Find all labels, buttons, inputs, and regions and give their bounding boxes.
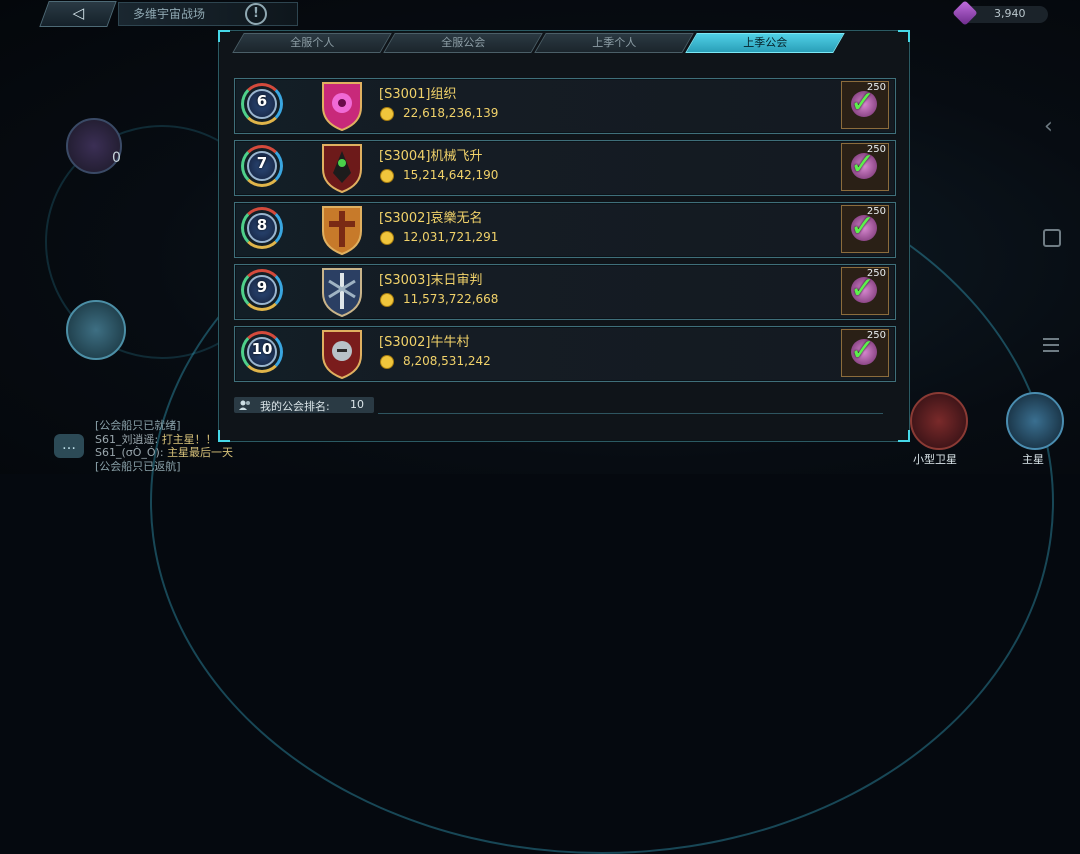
planet-orb[interactable] bbox=[66, 300, 126, 360]
top-bar: ◁ 多维宇宙战场 ! 3,940 bbox=[0, 0, 1080, 30]
rank-badge: 6 bbox=[239, 82, 287, 128]
resource-value: 3,940 bbox=[994, 7, 1026, 20]
rank-badge: 7 bbox=[239, 144, 287, 190]
title-bar: 多维宇宙战场 ! bbox=[118, 2, 298, 26]
panel-corner bbox=[218, 30, 230, 42]
crown-icon bbox=[380, 169, 394, 183]
guild-shield-icon bbox=[322, 144, 362, 193]
main-planet-label: 主星 bbox=[1022, 453, 1044, 466]
check-icon: ✓ bbox=[850, 147, 876, 182]
reward-box[interactable]: 250 ✓ bbox=[841, 81, 889, 129]
rank-badge: 8 bbox=[239, 206, 287, 252]
chat-log[interactable]: [公会船只已就绪] S61_刘逍遥: 打主星！！ S61_(σÒ_Ó): 主星最… bbox=[95, 419, 233, 473]
guild-shield-icon bbox=[322, 330, 362, 379]
guild-name: [S3002]哀樂无名 bbox=[379, 211, 483, 226]
square-icon[interactable] bbox=[1043, 229, 1061, 247]
check-icon: ✓ bbox=[850, 209, 876, 244]
reward-box[interactable]: 250 ✓ bbox=[841, 205, 889, 253]
guild-score: 11,573,722,668 bbox=[403, 292, 499, 306]
guild-name: [S3003]末日审判 bbox=[379, 273, 483, 288]
tab-server-guild[interactable]: 全服公会 bbox=[383, 33, 543, 53]
chat-line: S61_(σÒ_Ó): 主星最后一天 bbox=[95, 446, 234, 459]
check-icon: ✓ bbox=[850, 85, 876, 120]
ranking-row: 6 [S3001]组织 22,618,236,139 250 ✓ bbox=[234, 78, 896, 134]
ranking-row: 9 [S3003]末日审判 11,573,722,668 250 ✓ bbox=[234, 264, 896, 320]
reward-box[interactable]: 250 ✓ bbox=[841, 143, 889, 191]
panel-corner bbox=[218, 430, 230, 442]
guild-name: [S3004]机械飞升 bbox=[379, 149, 483, 164]
guild-shield-icon bbox=[322, 206, 362, 255]
guild-name: [S3001]组织 bbox=[379, 87, 457, 102]
chat-line: [公会船只已就绪] bbox=[95, 419, 181, 432]
divider bbox=[378, 413, 883, 414]
reward-box[interactable]: 250 ✓ bbox=[841, 267, 889, 315]
users-icon bbox=[239, 400, 250, 410]
guild-score: 22,618,236,139 bbox=[403, 106, 499, 120]
reward-box[interactable]: 250 ✓ bbox=[841, 329, 889, 377]
chevron-left-icon[interactable]: ‹ bbox=[1044, 114, 1053, 139]
guild-name: [S3002]牛牛村 bbox=[379, 335, 470, 350]
chat-button[interactable]: … bbox=[54, 434, 84, 458]
check-icon: ✓ bbox=[850, 271, 876, 306]
resource-counter: 3,940 bbox=[952, 0, 1048, 26]
chat-line: [公会船只已返航] bbox=[95, 459, 181, 473]
my-guild-rank: 我的公会排名: 10 bbox=[234, 397, 374, 413]
panel-corner bbox=[898, 30, 910, 42]
ranking-row: 10 [S3002]牛牛村 8,208,531,242 250 ✓ bbox=[234, 326, 896, 382]
menu-icon[interactable] bbox=[1043, 338, 1059, 352]
back-button[interactable]: ◁ bbox=[39, 1, 117, 27]
guild-score: 12,031,721,291 bbox=[403, 230, 499, 244]
tab-last-season-personal[interactable]: 上季个人 bbox=[534, 33, 694, 53]
guild-score: 15,214,642,190 bbox=[403, 168, 499, 182]
rank-badge: 10 bbox=[239, 330, 287, 376]
page-title: 多维宇宙战场 bbox=[133, 7, 206, 21]
tab-server-personal[interactable]: 全服个人 bbox=[232, 33, 392, 53]
chat-line: S61_刘逍遥: 打主星！！ bbox=[95, 432, 217, 446]
small-satellite-label: 小型卫星 bbox=[913, 453, 957, 466]
crown-icon bbox=[380, 355, 394, 369]
ranking-row: 7 [S3004]机械飞升 15,214,642,190 250 ✓ bbox=[234, 140, 896, 196]
left-count: 0 bbox=[112, 150, 121, 166]
crown-icon bbox=[380, 293, 394, 307]
rank-badge: 9 bbox=[239, 268, 287, 314]
crown-icon bbox=[380, 231, 394, 245]
check-icon: ✓ bbox=[850, 333, 876, 368]
small-satellite-icon[interactable] bbox=[910, 392, 968, 450]
guild-shield-icon bbox=[322, 82, 362, 131]
crystal-icon bbox=[952, 0, 978, 26]
guild-shield-icon bbox=[322, 268, 362, 317]
my-rank-label: 我的公会排名: bbox=[260, 400, 330, 413]
main-planet-icon[interactable] bbox=[1006, 392, 1064, 450]
tab-last-season-guild[interactable]: 上季公会 bbox=[685, 33, 845, 53]
info-icon[interactable]: ! bbox=[245, 3, 267, 25]
my-rank-value: 10 bbox=[350, 398, 364, 411]
crown-icon bbox=[380, 107, 394, 121]
ranking-row: 8 [S3002]哀樂无名 12,031,721,291 250 ✓ bbox=[234, 202, 896, 258]
guild-score: 8,208,531,242 bbox=[403, 354, 491, 368]
panel-corner bbox=[898, 430, 910, 442]
back-icon: ◁ bbox=[72, 4, 85, 22]
